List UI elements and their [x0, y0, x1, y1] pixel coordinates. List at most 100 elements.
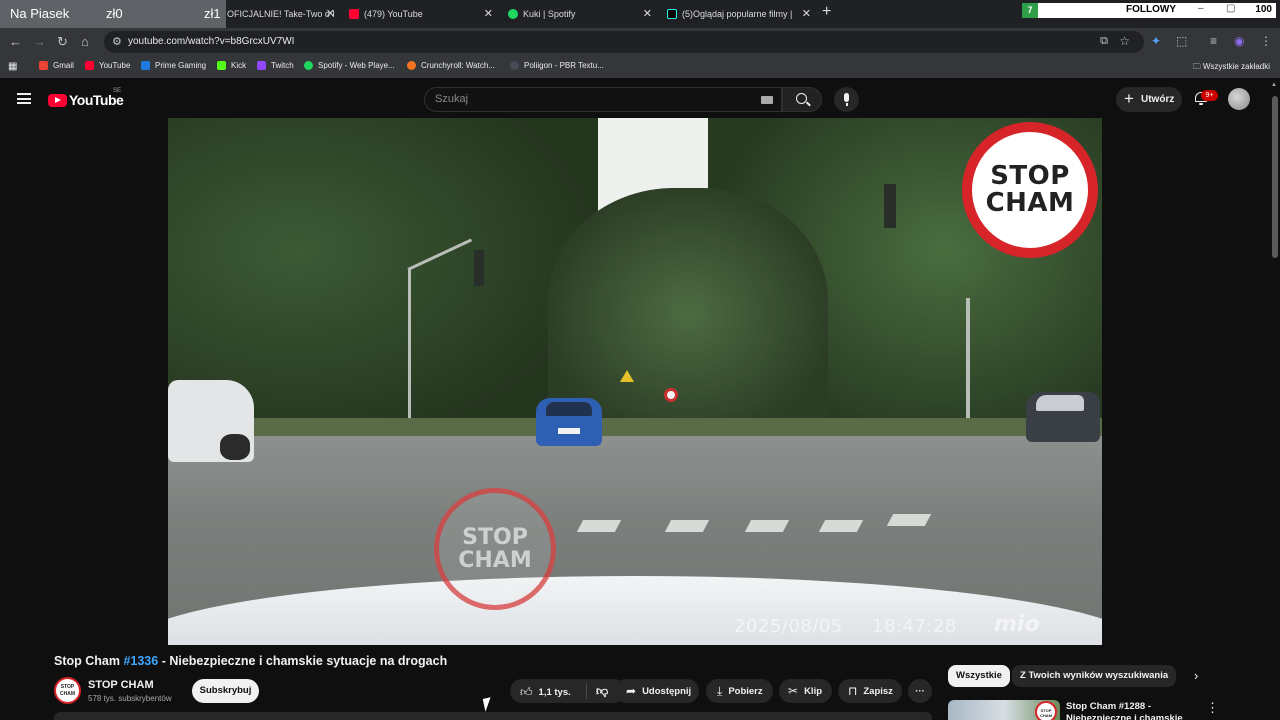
- hamburger-menu-icon[interactable]: [17, 93, 31, 104]
- browser-menu-icon[interactable]: ⋮: [1260, 34, 1272, 48]
- channel-avatar[interactable]: STOP CHAM: [54, 677, 81, 704]
- browser-tab-spotify[interactable]: Kuki | Spotify ✕: [508, 4, 652, 24]
- avatar[interactable]: [1228, 88, 1250, 110]
- youtube-wordmark: YouTube: [69, 92, 124, 108]
- bookmark-gmail[interactable]: Gmail: [39, 61, 74, 70]
- no-entry-sign: [664, 388, 678, 402]
- like-dislike-group: 👍︎ 1,1 tys. 👎︎: [510, 679, 626, 703]
- reload-icon[interactable]: ↻: [57, 34, 68, 50]
- poliigon-icon: [510, 61, 519, 70]
- forward-arrow-icon[interactable]: →: [33, 34, 46, 49]
- stop-cham-mini-logo: STOP CHAM: [1035, 701, 1057, 720]
- scissors-icon: ✂: [788, 684, 799, 698]
- profile-icon[interactable]: ◉: [1234, 34, 1244, 48]
- browser-tab-tiktok[interactable]: (5)Oglądaj popularne filmy | Tik ✕: [667, 4, 811, 24]
- thumbs-down-icon[interactable]: 👎︎: [596, 684, 608, 699]
- like-button[interactable]: 👍︎ 1,1 tys.: [520, 685, 571, 700]
- download-icon: ⤓: [717, 683, 723, 698]
- clip-label: Klip: [804, 685, 823, 697]
- video-title: Stop Cham #1336 - Niebezpieczne i chamsk…: [54, 654, 447, 668]
- tiktok-favicon-icon: [667, 9, 677, 19]
- save-button[interactable]: ⊓ Zapisz: [838, 679, 902, 703]
- clip-button[interactable]: ✂ Klip: [779, 679, 832, 703]
- extension-icon[interactable]: ✦: [1151, 34, 1161, 48]
- hashtag-link[interactable]: #1336: [123, 654, 158, 668]
- bookmark-twitch[interactable]: Twitch: [257, 61, 294, 70]
- install-app-icon[interactable]: ⧉: [1100, 35, 1108, 48]
- description-box[interactable]: [54, 712, 932, 720]
- new-tab-button[interactable]: +: [822, 3, 831, 21]
- folder-icon: 🗀: [1192, 62, 1203, 71]
- gmail-icon: [39, 61, 48, 70]
- chevron-right-icon[interactable]: ›: [1194, 668, 1198, 683]
- channel-name[interactable]: STOP CHAM: [88, 679, 154, 691]
- search-input[interactable]: Szukaj: [424, 87, 782, 112]
- chip-all[interactable]: Wszystkie: [948, 665, 1010, 687]
- overlay-text-value-a: zł0: [106, 6, 123, 21]
- share-button[interactable]: ➦ Udostępnij: [615, 679, 699, 703]
- close-icon[interactable]: ✕: [484, 7, 493, 20]
- recommended-title[interactable]: Stop Cham #1288 - Niebezpieczne i chamsk…: [1066, 701, 1196, 720]
- watermark-line-1: STOP: [462, 524, 528, 550]
- close-icon[interactable]: ✕: [326, 7, 335, 20]
- extensions-puzzle-icon[interactable]: ⬚: [1176, 34, 1187, 48]
- overlay-value: 100: [1255, 4, 1272, 15]
- scrollbar-thumb[interactable]: [1272, 96, 1278, 258]
- browser-tab-news[interactable]: OFICJALNIE! Take-Two o I ✕: [227, 4, 335, 24]
- warning-sign: [620, 370, 634, 382]
- bookmark-poliigon[interactable]: Poliigon - PBR Textu...: [510, 61, 604, 70]
- video-player[interactable]: STOP CHAM STOP CHAM 2025/08/05 18:47:28 …: [168, 118, 1102, 645]
- bookmark-spotify[interactable]: Spotify - Web Playe...: [304, 61, 395, 70]
- recommended-menu-icon[interactable]: ⋮: [1206, 700, 1219, 716]
- share-icon: ➦: [626, 684, 637, 698]
- crosswalk-stripe: [576, 520, 622, 532]
- youtube-icon: [85, 61, 94, 70]
- bookmark-prime-gaming[interactable]: Prime Gaming: [141, 61, 206, 70]
- site-info-icon[interactable]: ⚙: [112, 35, 122, 48]
- like-separator: [586, 683, 587, 699]
- more-actions-button[interactable]: ···: [908, 679, 932, 703]
- bookmark-label: Twitch: [271, 61, 294, 70]
- country-code: SE: [113, 88, 122, 94]
- more-icon: ···: [915, 685, 925, 697]
- bookmark-label: Kick: [231, 61, 247, 70]
- subscribe-button[interactable]: Subskrybuj: [192, 679, 259, 703]
- create-button[interactable]: + Utwórz: [1116, 87, 1182, 112]
- bookmark-youtube[interactable]: YouTube: [85, 61, 130, 70]
- bookmark-label: YouTube: [99, 61, 131, 70]
- traffic-light: [884, 184, 896, 228]
- overlay-badge: 7: [1022, 3, 1038, 18]
- minimize-icon[interactable]: –: [1198, 3, 1204, 14]
- back-arrow-icon[interactable]: ←: [9, 34, 22, 49]
- logo-line-2: CHAM: [985, 188, 1075, 218]
- all-bookmarks-button[interactable]: 🗀 Wszystkie zakładki: [1193, 61, 1270, 75]
- recommended-thumbnail[interactable]: STOP CHAM: [948, 700, 1060, 720]
- apps-grid-icon[interactable]: ▦: [8, 61, 17, 72]
- bookmark-label: Spotify - Web Playe...: [318, 61, 395, 70]
- address-bar[interactable]: ⚙ youtube.com/watch?v=b8GrcxUV7WI ⧉ ☆: [104, 31, 1144, 53]
- close-icon[interactable]: ✕: [802, 7, 811, 20]
- media-controls-icon[interactable]: ≡: [1210, 34, 1217, 48]
- keyboard-icon[interactable]: [761, 96, 773, 104]
- all-bookmarks-label: Wszystkie zakładki: [1202, 62, 1270, 71]
- overlay-label: FOLLOWY: [1126, 4, 1176, 15]
- voice-search-button[interactable]: [834, 87, 859, 112]
- download-button[interactable]: ⤓ Pobierz: [706, 679, 773, 703]
- home-icon[interactable]: ⌂: [81, 34, 89, 49]
- bookmark-label: Gmail: [53, 61, 74, 70]
- search-button[interactable]: [782, 87, 822, 112]
- browser-tab-youtube[interactable]: (479) YouTube ✕: [349, 4, 493, 24]
- bookmark-star-icon[interactable]: ☆: [1119, 34, 1130, 48]
- youtube-logo[interactable]: YouTube SE: [48, 88, 124, 108]
- maximize-icon[interactable]: ▢: [1226, 3, 1235, 14]
- overlay-text-location: Na Piasek: [10, 6, 70, 21]
- traffic-pole: [408, 268, 411, 438]
- share-label: Udostępnij: [642, 685, 692, 697]
- chip-from-search[interactable]: Z Twoich wyników wyszukiwania: [1012, 665, 1177, 687]
- close-icon[interactable]: ✕: [643, 7, 652, 20]
- bookmark-kick[interactable]: Kick: [217, 61, 246, 70]
- scroll-up-arrow-icon[interactable]: ▲: [1271, 82, 1277, 88]
- bookmarks-bar: ▦ Gmail YouTube Prime Gaming Kick Twitch…: [0, 56, 1280, 78]
- bookmark-crunchyroll[interactable]: Crunchyroll: Watch...: [407, 61, 495, 70]
- title-rest: - Niebezpieczne i chamskie sytuacje na d…: [158, 654, 448, 668]
